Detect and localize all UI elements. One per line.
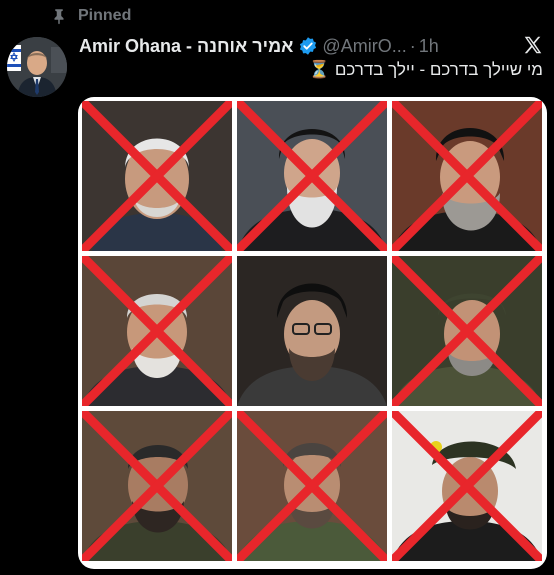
red-cross-mark-7 <box>82 411 232 561</box>
media-tile-4[interactable] <box>82 256 232 406</box>
red-cross-mark-2 <box>237 101 387 251</box>
media-tile-6[interactable] <box>392 256 542 406</box>
display-name[interactable]: Amir Ohana - אמיר אוחנה <box>79 36 293 57</box>
separator-dot: · <box>409 35 416 56</box>
pinned-indicator: Pinned <box>50 5 131 27</box>
red-cross-mark-6 <box>392 256 542 406</box>
tweet-header: Amir Ohana - אמיר אוחנה @AmirO... · 1h <box>79 33 544 59</box>
red-cross-mark-4 <box>82 256 232 406</box>
red-cross-mark-8 <box>237 411 387 561</box>
x-logo-icon <box>522 34 544 56</box>
media-tile-3[interactable] <box>392 101 542 251</box>
media-tile-8[interactable] <box>237 411 387 561</box>
red-cross-mark-1 <box>82 101 232 251</box>
hourglass-icon: ⏳ <box>308 60 331 79</box>
pin-icon <box>50 7 68 25</box>
media-tile-2[interactable] <box>237 101 387 251</box>
tweet-text: מי שיילך בדרכם - יילך בדרכם ⏳ <box>79 60 543 86</box>
media-tile-7[interactable] <box>82 411 232 561</box>
media-tile-1[interactable] <box>82 101 232 251</box>
tweet-body: מי שיילך בדרכם - יילך בדרכם <box>334 60 543 79</box>
red-cross-mark-9 <box>392 411 542 561</box>
verified-badge-icon <box>298 36 318 56</box>
media-tile-9[interactable] <box>392 411 542 561</box>
author-handle[interactable]: @AmirO... <box>322 36 406 57</box>
pinned-label: Pinned <box>78 7 132 24</box>
red-cross-mark-3 <box>392 101 542 251</box>
portrait-image-5 <box>237 256 387 406</box>
tweet-media[interactable] <box>78 97 547 569</box>
avatar[interactable] <box>7 37 67 97</box>
timestamp[interactable]: 1h <box>419 36 439 57</box>
media-tile-5[interactable] <box>237 256 387 406</box>
